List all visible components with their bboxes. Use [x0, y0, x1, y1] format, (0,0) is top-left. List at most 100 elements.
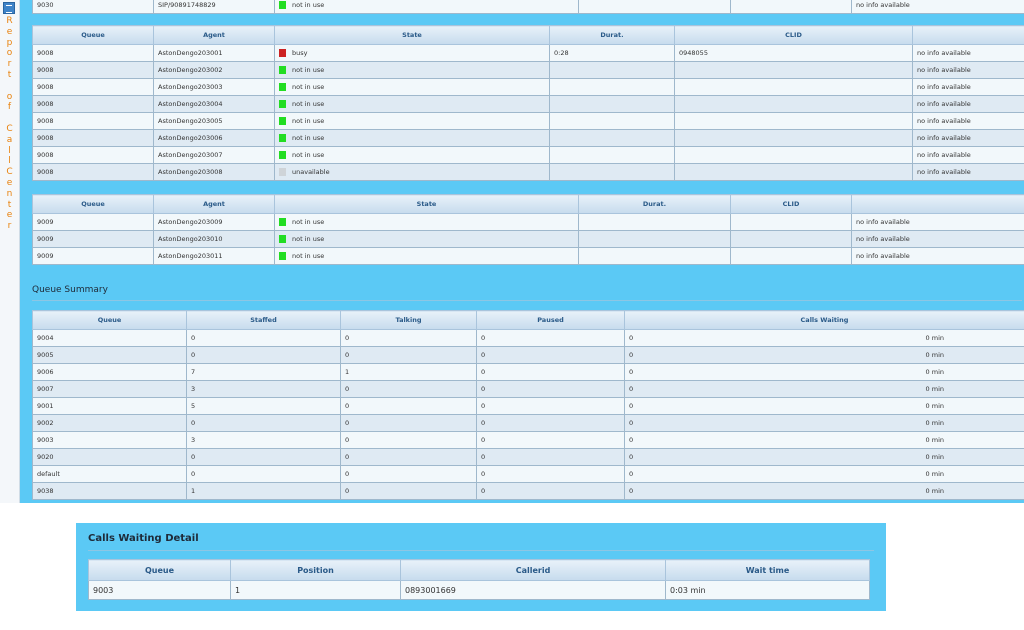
position-cell: 1	[230, 580, 401, 600]
column-header[interactable]: Calls Waiting	[624, 310, 1024, 330]
clid-cell	[674, 61, 913, 79]
queue-cell: 9002	[32, 414, 187, 432]
column-header[interactable]: Talking	[340, 310, 477, 330]
talking-cell: 0	[340, 465, 477, 483]
table-row: 9004 0 0 0 0 0 min	[32, 329, 1024, 347]
queue-cell: 9007	[32, 380, 187, 398]
talking-cell: 0	[340, 448, 477, 466]
durat-cell	[578, 247, 731, 265]
talking-cell: 0	[340, 380, 477, 398]
queue-9030-table: 9030 SIP/90891748829 not in use no info …	[32, 0, 1024, 14]
calls-waiting-cell: 0 0 min	[624, 397, 1024, 415]
calls-waiting-count: 0	[629, 368, 634, 376]
durat-cell	[549, 163, 675, 181]
calls-waiting-count: 0	[629, 436, 634, 444]
sidebar-letter: l	[8, 156, 11, 167]
calls-waiting-time: 0 min	[925, 436, 944, 444]
durat-cell	[549, 61, 675, 79]
talking-cell: 0	[340, 329, 477, 347]
column-header[interactable]: Wait time	[665, 559, 870, 581]
state-indicator-icon	[279, 168, 286, 176]
column-header[interactable]: Queue	[88, 559, 231, 581]
column-header[interactable]: Queue	[32, 310, 187, 330]
calls-waiting-time: 0 min	[925, 453, 944, 461]
column-header[interactable]: Position	[230, 559, 401, 581]
column-header[interactable]: Queue	[32, 194, 154, 214]
state-cell: not in use	[274, 112, 550, 130]
table-row: 9008 AstonDengo203005 not in use no info av…	[32, 112, 1024, 130]
table-row: 9009 AstonDengo203011 not in use no info av…	[32, 247, 1024, 265]
durat-cell	[549, 78, 675, 96]
agent-cell: SIP/90891748829	[153, 0, 275, 14]
calls-waiting-count: 0	[629, 453, 634, 461]
agent-cell: AstonDengo203005	[153, 112, 275, 130]
clid-cell	[674, 112, 913, 130]
info-cell: no info available	[912, 112, 1024, 130]
column-header[interactable]: State	[274, 194, 579, 214]
column-header[interactable]	[851, 194, 1024, 214]
agent-cell: AstonDengo203001	[153, 44, 275, 62]
column-header[interactable]: Agent	[153, 194, 275, 214]
column-header[interactable]: Paused	[476, 310, 625, 330]
queue-cell: 9020	[32, 448, 187, 466]
column-header[interactable]: Staffed	[186, 310, 341, 330]
calls-waiting-cell: 0 0 min	[624, 329, 1024, 347]
clid-cell	[730, 0, 852, 14]
state-cell: not in use	[274, 146, 550, 164]
table-row: 9008 AstonDengo203007 not in use no info av…	[32, 146, 1024, 164]
durat-cell	[578, 230, 731, 248]
calls-waiting-count: 0	[629, 470, 634, 478]
column-header[interactable]: Queue	[32, 25, 154, 45]
queue-9009-table: Queue Agent State Durat. CLID 9009 AstonDengo…	[32, 194, 1024, 265]
report-icon[interactable]	[3, 2, 15, 14]
column-header[interactable]: CLID	[674, 25, 913, 45]
calls-waiting-count: 0	[629, 419, 634, 427]
calls-waiting-cell: 0 0 min	[624, 346, 1024, 364]
durat-cell	[549, 146, 675, 164]
table-row: 9009 AstonDengo203009 not in use no info av…	[32, 213, 1024, 231]
sidebar-letter: a	[6, 134, 13, 145]
paused-cell: 0	[476, 397, 625, 415]
column-header[interactable]: Durat.	[549, 25, 675, 45]
sidebar-letter	[0, 113, 19, 124]
durat-cell	[549, 95, 675, 113]
calls-waiting-cell: 0 0 min	[624, 482, 1024, 500]
state-indicator-icon	[279, 117, 286, 125]
table-header-row: Queue Agent State Durat. CLID	[32, 194, 1024, 214]
clid-cell	[730, 230, 852, 248]
table-row: 9038 1 0 0 0 0 min	[32, 482, 1024, 500]
staffed-cell: 3	[186, 380, 341, 398]
agent-cell: AstonDengo203009	[153, 213, 275, 231]
talking-cell: 0	[340, 346, 477, 364]
staffed-cell: 7	[186, 363, 341, 381]
report-sidebar[interactable]: Report of CallCenter	[0, 0, 20, 503]
table-row: 9008 AstonDengo203008 unavailable no info a…	[32, 163, 1024, 181]
calls-waiting-count: 0	[629, 334, 634, 342]
column-header[interactable]: Agent	[153, 25, 275, 45]
column-header[interactable]	[912, 25, 1024, 45]
agent-cell: AstonDengo203003	[153, 78, 275, 96]
column-header[interactable]: Durat.	[578, 194, 731, 214]
calls-waiting-time: 0 min	[925, 402, 944, 410]
agent-cell: AstonDengo203004	[153, 95, 275, 113]
paused-cell: 0	[476, 482, 625, 500]
section-divider	[88, 550, 874, 551]
table-row: 9003 3 0 0 0 0 min	[32, 431, 1024, 449]
sidebar-letter: t	[7, 69, 12, 80]
info-cell: no info available	[912, 78, 1024, 96]
queue-cell: 9004	[32, 329, 187, 347]
sidebar-letter: e	[6, 26, 13, 37]
queue-cell: 9008	[32, 163, 154, 181]
calls-waiting-time: 0 min	[925, 419, 944, 427]
state-cell: not in use	[274, 230, 579, 248]
column-header[interactable]: CLID	[730, 194, 852, 214]
column-header[interactable]: State	[274, 25, 550, 45]
agent-cell: AstonDengo203007	[153, 146, 275, 164]
column-header[interactable]: Callerid	[400, 559, 666, 581]
paused-cell: 0	[476, 431, 625, 449]
durat-cell	[549, 129, 675, 147]
staffed-cell: 0	[186, 448, 341, 466]
info-cell: no info available	[912, 129, 1024, 147]
paused-cell: 0	[476, 329, 625, 347]
calls-waiting-cell: 0 0 min	[624, 414, 1024, 432]
